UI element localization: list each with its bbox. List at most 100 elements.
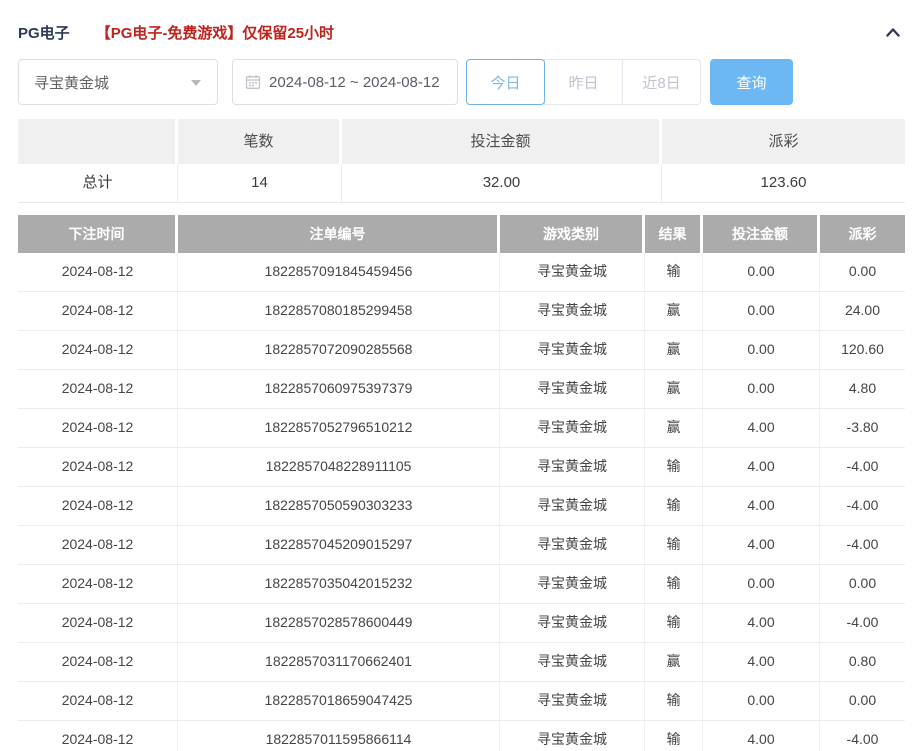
search-button[interactable]: 查询	[710, 59, 793, 105]
cell-bet-amount: 4.00	[703, 487, 820, 525]
cell-bet-amount: 0.00	[703, 292, 820, 330]
cell-payout: -4.00	[846, 614, 879, 630]
table-row: 2024-08-12 1822857035042015232 寻宝黄金城 输 0…	[18, 565, 905, 604]
free-game-notice: 【PG电子-免费游戏】仅保留25小时	[95, 24, 335, 42]
cell-bet-time: 2024-08-12	[18, 526, 178, 564]
cell-game-type: 寻宝黄金城	[500, 721, 645, 751]
cell-game-type: 寻宝黄金城	[500, 487, 645, 525]
quick-range-button-0[interactable]: 今日	[466, 59, 545, 105]
cell-bet-time: 2024-08-12	[18, 409, 178, 447]
cell-order-id: 1822857035042015232	[178, 565, 500, 603]
col-header-order-id: 注单编号	[178, 215, 497, 253]
col-header-bet-amount: 投注金额	[703, 215, 817, 253]
cell-order-id: 1822857028578600449	[178, 604, 500, 642]
caret-down-icon	[191, 80, 201, 86]
cell-result: 输	[645, 682, 703, 720]
cell-order-id: 1822857091845459456	[178, 253, 500, 291]
table-row: 2024-08-12 1822857072090285568 寻宝黄金城 赢 0…	[18, 331, 905, 370]
cell-order-id: 1822857072090285568	[178, 331, 500, 369]
table-row: 2024-08-12 1822857060975397379 寻宝黄金城 赢 0…	[18, 370, 905, 409]
cell-order-id: 1822857052796510212	[178, 409, 500, 447]
records-header-row: 下注时间 注单编号 游戏类别 结果 投注金额 派彩	[18, 215, 905, 253]
date-range-value: 2024-08-12 ~ 2024-08-12	[269, 73, 440, 91]
table-row: 2024-08-12 1822857031170662401 寻宝黄金城 赢 4…	[18, 643, 905, 682]
cell-bet-time: 2024-08-12	[18, 487, 178, 525]
table-row: 2024-08-12 1822857028578600449 寻宝黄金城 输 4…	[18, 604, 905, 643]
quick-range-button-1[interactable]: 昨日	[544, 59, 623, 105]
quick-range-group: 今日 昨日 近8日	[466, 59, 701, 105]
cell-payout: -4.00	[846, 497, 879, 513]
cell-game-type: 寻宝黄金城	[500, 682, 645, 720]
cell-bet-time: 2024-08-12	[18, 643, 178, 681]
table-row: 2024-08-12 1822857080185299458 寻宝黄金城 赢 0…	[18, 292, 905, 331]
cell-bet-amount: 0.00	[703, 682, 820, 720]
cell-payout: 24.00	[844, 302, 881, 318]
game-select[interactable]: 寻宝黄金城	[18, 59, 218, 105]
summary-header-count: 笔数	[178, 119, 339, 164]
cell-bet-time: 2024-08-12	[18, 721, 178, 751]
table-row: 2024-08-12 1822857045209015297 寻宝黄金城 输 4…	[18, 526, 905, 565]
summary-total-count: 14	[178, 164, 342, 202]
cell-bet-time: 2024-08-12	[18, 604, 178, 642]
quick-range-button-2[interactable]: 近8日	[622, 59, 701, 105]
cell-bet-amount: 0.00	[703, 565, 820, 603]
summary-header-row: 笔数 投注金额 派彩	[18, 119, 905, 164]
col-header-payout: 派彩	[820, 215, 905, 253]
table-row: 2024-08-12 1822857091845459456 寻宝黄金城 输 0…	[18, 253, 905, 292]
summary-total-row: 总计 14 32.00 123.60	[18, 164, 905, 203]
summary-total-label: 总计	[18, 164, 178, 202]
summary-total-payout: 123.60	[760, 174, 807, 191]
cell-bet-amount: 4.00	[703, 721, 820, 751]
cell-bet-time: 2024-08-12	[18, 331, 178, 369]
date-range-input[interactable]: 2024-08-12 ~ 2024-08-12	[232, 59, 458, 105]
cell-result: 赢	[645, 370, 703, 408]
cell-payout: 0.00	[848, 575, 877, 591]
cell-result: 输	[645, 565, 703, 603]
summary-header-bet: 投注金额	[342, 119, 659, 164]
cell-payout: -4.00	[846, 536, 879, 552]
game-select-value: 寻宝黄金城	[34, 74, 110, 92]
cell-order-id: 1822857048228911105	[178, 448, 500, 486]
col-header-game-type: 游戏类别	[500, 215, 642, 253]
cell-bet-amount: 0.00	[703, 331, 820, 369]
table-row: 2024-08-12 1822857050590303233 寻宝黄金城 输 4…	[18, 487, 905, 526]
cell-bet-amount: 4.00	[703, 643, 820, 681]
cell-bet-amount: 0.00	[703, 253, 820, 291]
cell-bet-time: 2024-08-12	[18, 253, 178, 291]
page-title: PG电子	[18, 24, 70, 42]
records-body: 2024-08-12 1822857091845459456 寻宝黄金城 输 0…	[18, 253, 905, 751]
cell-game-type: 寻宝黄金城	[500, 526, 645, 564]
collapse-button[interactable]	[881, 20, 905, 44]
cell-result: 输	[645, 487, 703, 525]
cell-bet-amount: 4.00	[703, 448, 820, 486]
cell-result: 输	[645, 721, 703, 751]
cell-bet-time: 2024-08-12	[18, 370, 178, 408]
table-row: 2024-08-12 1822857018659047425 寻宝黄金城 输 0…	[18, 682, 905, 721]
summary-header-blank	[18, 119, 175, 164]
cell-game-type: 寻宝黄金城	[500, 370, 645, 408]
cell-bet-amount: 4.00	[703, 526, 820, 564]
cell-order-id: 1822857080185299458	[178, 292, 500, 330]
table-row: 2024-08-12 1822857011595866114 寻宝黄金城 输 4…	[18, 721, 905, 751]
cell-result: 赢	[645, 409, 703, 447]
summary-total-bet: 32.00	[342, 164, 662, 202]
cell-result: 输	[645, 604, 703, 642]
cell-bet-time: 2024-08-12	[18, 682, 178, 720]
cell-game-type: 寻宝黄金城	[500, 409, 645, 447]
cell-order-id: 1822857050590303233	[178, 487, 500, 525]
cell-game-type: 寻宝黄金城	[500, 448, 645, 486]
cell-bet-amount: 4.00	[703, 409, 820, 447]
cell-payout: -3.80	[846, 419, 879, 435]
cell-game-type: 寻宝黄金城	[500, 643, 645, 681]
col-header-result: 结果	[645, 215, 700, 253]
col-header-bet-time: 下注时间	[18, 215, 175, 253]
cell-bet-time: 2024-08-12	[18, 292, 178, 330]
cell-payout: 0.00	[848, 263, 877, 279]
calendar-icon	[245, 74, 269, 90]
cell-bet-time: 2024-08-12	[18, 448, 178, 486]
cell-result: 输	[645, 526, 703, 564]
cell-payout: -4.00	[846, 731, 879, 747]
cell-payout: 120.60	[841, 341, 884, 357]
cell-bet-amount: 0.00	[703, 370, 820, 408]
cell-payout: -4.00	[846, 458, 879, 474]
